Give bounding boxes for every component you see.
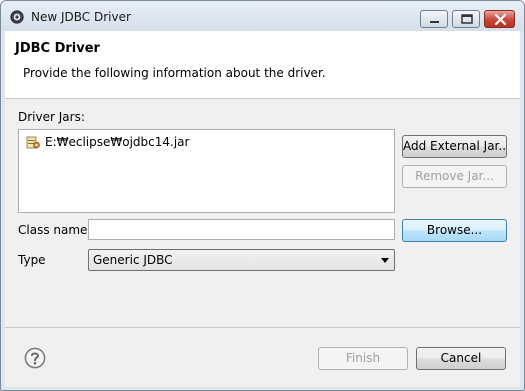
maximize-icon	[461, 14, 473, 24]
page-title: JDBC Driver	[15, 41, 100, 56]
form-area: Driver Jars: E:₩eclipse₩ojdbc14.jar Add …	[5, 99, 520, 327]
dialog-footer: Finish Cancel	[5, 327, 520, 387]
cancel-button[interactable]: Cancel	[416, 347, 506, 370]
page-description: Provide the following information about …	[23, 66, 326, 80]
title-bar: New JDBC Driver	[1, 1, 524, 31]
list-item[interactable]: E:₩eclipse₩ojdbc14.jar	[25, 134, 189, 150]
driver-jars-list[interactable]: E:₩eclipse₩ojdbc14.jar	[18, 129, 395, 213]
type-select[interactable]: Generic JDBC	[88, 249, 395, 271]
finish-button[interactable]: Finish	[318, 347, 408, 370]
eclipse-app-icon	[10, 10, 24, 24]
maximize-button[interactable]	[452, 10, 480, 28]
window-title: New JDBC Driver	[31, 10, 131, 24]
wizard-header: JDBC Driver Provide the following inform…	[5, 31, 520, 99]
driver-jars-label: Driver Jars:	[18, 110, 85, 124]
minimize-button[interactable]	[420, 10, 448, 28]
jar-path: E:₩eclipse₩ojdbc14.jar	[45, 135, 190, 149]
add-external-jar-button[interactable]: Add External Jar...	[402, 135, 507, 158]
type-label: Type	[18, 253, 46, 267]
help-icon[interactable]	[24, 347, 46, 369]
class-name-label: Class name:	[18, 223, 92, 237]
minimize-icon	[430, 21, 439, 23]
remove-jar-button[interactable]: Remove Jar...	[402, 165, 507, 188]
close-icon	[494, 13, 507, 26]
new-jdbc-driver-dialog: New JDBC Driver JDBC Driver Provide the …	[0, 0, 525, 391]
class-name-input[interactable]	[88, 219, 395, 240]
browse-button[interactable]: Browse...	[402, 219, 507, 242]
type-selected-value: Generic JDBC	[93, 253, 173, 267]
close-button[interactable]	[484, 10, 515, 28]
jar-file-icon	[26, 136, 40, 149]
chevron-down-icon	[381, 258, 389, 263]
